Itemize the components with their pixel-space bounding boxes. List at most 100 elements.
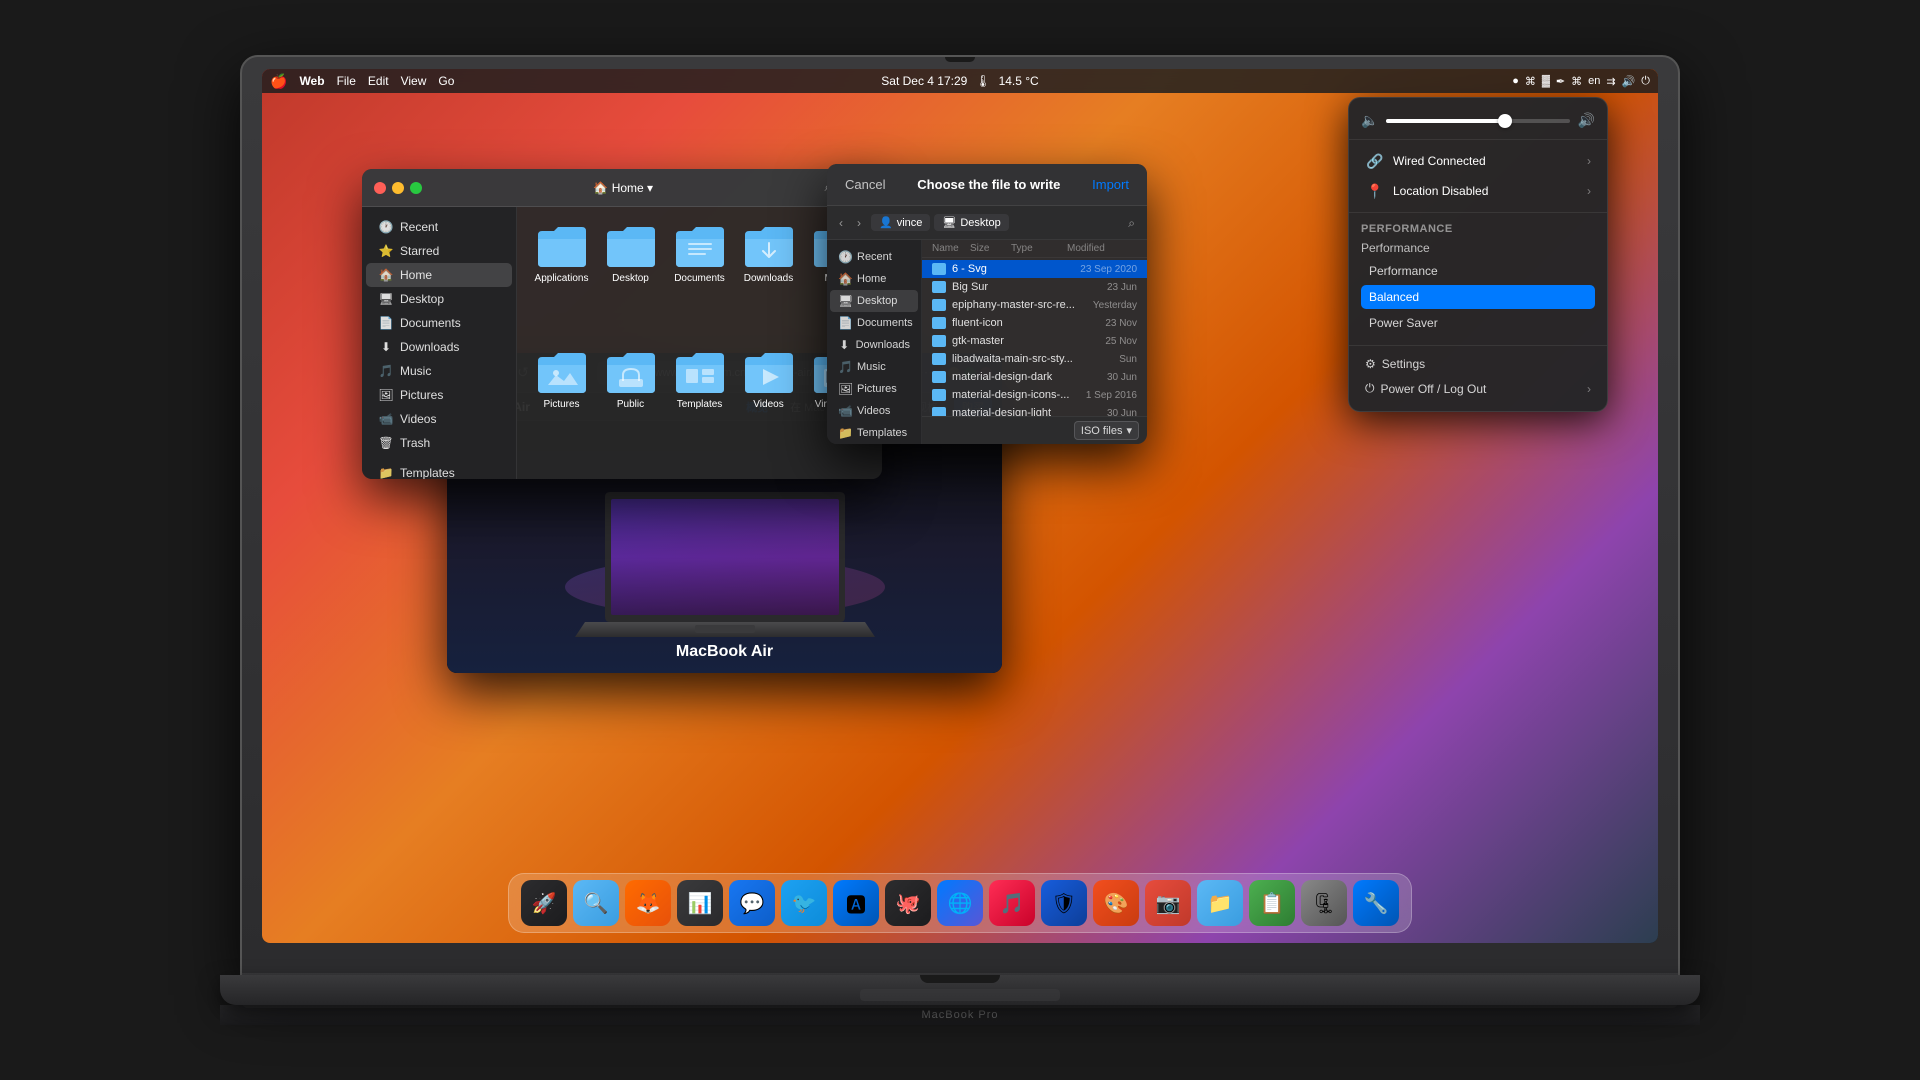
dialog-desktop-icon: 🖥 [838,294,852,308]
folder-icon-libadwaita [932,353,946,365]
bluetooth-icon[interactable]: ⌘ [1571,75,1582,88]
dialog-import-button[interactable]: Import [1086,175,1135,194]
menu-go[interactable]: Go [438,74,454,88]
dialog-sidebar-recent[interactable]: 🕐 Recent [830,246,918,268]
dialog-sidebar-templates[interactable]: 📁 Templates [830,422,918,444]
menu-edit[interactable]: Edit [368,74,389,88]
volume-icon[interactable]: 🔊 [1622,75,1636,88]
window-close-button[interactable] [374,182,386,194]
dock-item-caprine[interactable]: 💬 [729,880,775,926]
dialog-sidebar-home[interactable]: 🏠 Home [830,268,918,290]
window-minimize-button[interactable] [392,182,404,194]
breadcrumb-user[interactable]: 👤 vince [871,214,930,231]
dock-item-activitymonitor[interactable]: 📊 [677,880,723,926]
finder-item-templates[interactable]: Templates [667,345,732,467]
battery-icon[interactable]: ▓ [1542,75,1550,87]
dialog-breadcrumb: 👤 vince 🖥 Desktop [871,214,1009,231]
dock-item-finder[interactable]: 🔍 [573,880,619,926]
performance-options: Performance Balanced Power Saver [1361,259,1595,335]
power-icon[interactable]: ⏻ [1641,75,1650,88]
sidebar-item-home[interactable]: 🏠 Home [366,263,512,287]
dock-item-archiver[interactable]: 🗜 [1301,880,1347,926]
dock-item-github[interactable]: 🐙 [885,880,931,926]
tray-power-row[interactable]: ⏻ Power Off / Log Out › [1353,376,1603,401]
breadcrumb-desktop[interactable]: 🖥 Desktop [934,214,1008,231]
dialog-forward-button[interactable]: › [853,214,865,232]
sidebar-item-pictures[interactable]: 🖼 Pictures [366,383,512,407]
apple-logo-icon[interactable]: 🍎 [270,73,287,90]
dock-item-xcode[interactable]: 🔧 [1353,880,1399,926]
finder-item-downloads[interactable]: Downloads [736,219,801,341]
file-date-bigsur: 23 Jun [1107,282,1137,293]
dock-item-launchpad[interactable]: 🚀 [521,880,567,926]
tray-volume-row: 🔈 🔊 [1349,108,1607,133]
dialog-sidebar-videos[interactable]: 📹 Videos [830,400,918,422]
finder-item-pictures[interactable]: Pictures [529,345,594,467]
file-item-material-icons[interactable]: material-design-icons-... 1 Sep 2016 [922,386,1147,404]
sidebar-item-desktop[interactable]: 🖥 Desktop [366,287,512,311]
sidebar-item-templates[interactable]: 📁 Templates [366,461,512,479]
dock-item-meld[interactable]: 📋 [1249,880,1295,926]
dock-item-figma[interactable]: 🎨 [1093,880,1139,926]
dock-item-browser[interactable]: 🌐 [937,880,983,926]
file-item-bigsur[interactable]: Big Sur 23 Jun [922,278,1147,296]
iso-files-dropdown[interactable]: ISO files ▾ [1074,421,1139,440]
perf-option-powersaver[interactable]: Power Saver [1361,311,1595,335]
menu-file[interactable]: File [337,74,356,88]
file-item-libadwaita[interactable]: libadwaita-main-src-sty... Sun [922,350,1147,368]
sidebar-item-recent[interactable]: 🕐 Recent [366,215,512,239]
dock-item-music[interactable]: 🎵 [989,880,1035,926]
file-item-material-light[interactable]: material-design-light 30 Jun [922,404,1147,416]
sidebar-item-videos[interactable]: 📹 Videos [366,407,512,431]
dialog-sidebar-music[interactable]: 🎵 Music [830,356,918,378]
finder-item-videos[interactable]: Videos [736,345,801,467]
airplay-icon[interactable]: ⇉ [1606,75,1615,88]
file-item-fluent[interactable]: fluent-icon 23 Nov [922,314,1147,332]
cmd-icon[interactable]: ⌘ [1525,75,1536,88]
dialog-sidebar-downloads[interactable]: ⬇ Downloads [830,334,918,356]
file-name-epiphany: epiphany-master-src-re... [952,299,1087,311]
file-item-gtk[interactable]: gtk-master 25 Nov [922,332,1147,350]
sidebar-item-starred[interactable]: ⭐ Starred [366,239,512,263]
finder-item-applications[interactable]: Applications [529,219,594,341]
folder-icon-material-light [932,407,946,416]
dock-item-bitwarden[interactable]: 🛡 [1041,880,1087,926]
dialog-sidebar-pictures[interactable]: 🖼 Pictures [830,378,918,400]
applications-folder-icon [536,225,588,269]
dock-item-kooha[interactable]: 📷 [1145,880,1191,926]
window-maximize-button[interactable] [410,182,422,194]
dock-item-finder2[interactable]: 📁 [1197,880,1243,926]
dialog-templates-icon: 📁 [838,426,852,440]
tray-item-wired[interactable]: 🔗 Wired Connected › [1353,146,1603,176]
pictures-label: Pictures [543,399,579,411]
dialog-sidebar-documents[interactable]: 📄 Documents [830,312,918,334]
menu-view[interactable]: View [401,74,427,88]
sidebar-item-trash[interactable]: 🗑 Trash [366,431,512,455]
perf-option-balanced[interactable]: Balanced [1361,285,1595,309]
file-item-6svg[interactable]: 6 - Svg 23 Sep 2020 [922,260,1147,278]
file-date-libadwaita: Sun [1119,354,1137,365]
lang-icon[interactable]: en [1588,75,1600,87]
dock-item-firefox[interactable]: 🦊 [625,880,671,926]
pen-icon[interactable]: ✒ [1556,75,1565,88]
dialog-back-button[interactable]: ‹ [835,214,847,232]
dialog-search-icon[interactable]: ⌕ [1124,214,1139,232]
file-item-material-dark[interactable]: material-design-dark 30 Jun [922,368,1147,386]
dock-item-cawbird[interactable]: 🐦 [781,880,827,926]
tray-item-location[interactable]: 📍 Location Disabled › [1353,176,1603,206]
finder-item-public[interactable]: Public [598,345,663,467]
sidebar-item-documents[interactable]: 📄 Documents [366,311,512,335]
finder-item-documents[interactable]: Documents [667,219,732,341]
finder-item-desktop[interactable]: Desktop [598,219,663,341]
sidebar-item-downloads[interactable]: ⬇ Downloads [366,335,512,359]
file-item-epiphany[interactable]: epiphany-master-src-re... Yesterday [922,296,1147,314]
dialog-sidebar-desktop[interactable]: 🖥 Desktop [830,290,918,312]
menu-app-name[interactable]: Web [299,74,324,88]
dock-item-appstore[interactable]: 🅰 [833,880,879,926]
perf-option-performance[interactable]: Performance [1361,259,1595,283]
volume-slider[interactable] [1386,119,1569,123]
wifi-status-icon[interactable]: ● [1512,75,1519,87]
tray-settings-row[interactable]: ⚙ Settings [1353,352,1603,376]
dialog-cancel-button[interactable]: Cancel [839,175,891,194]
sidebar-item-music[interactable]: 🎵 Music [366,359,512,383]
